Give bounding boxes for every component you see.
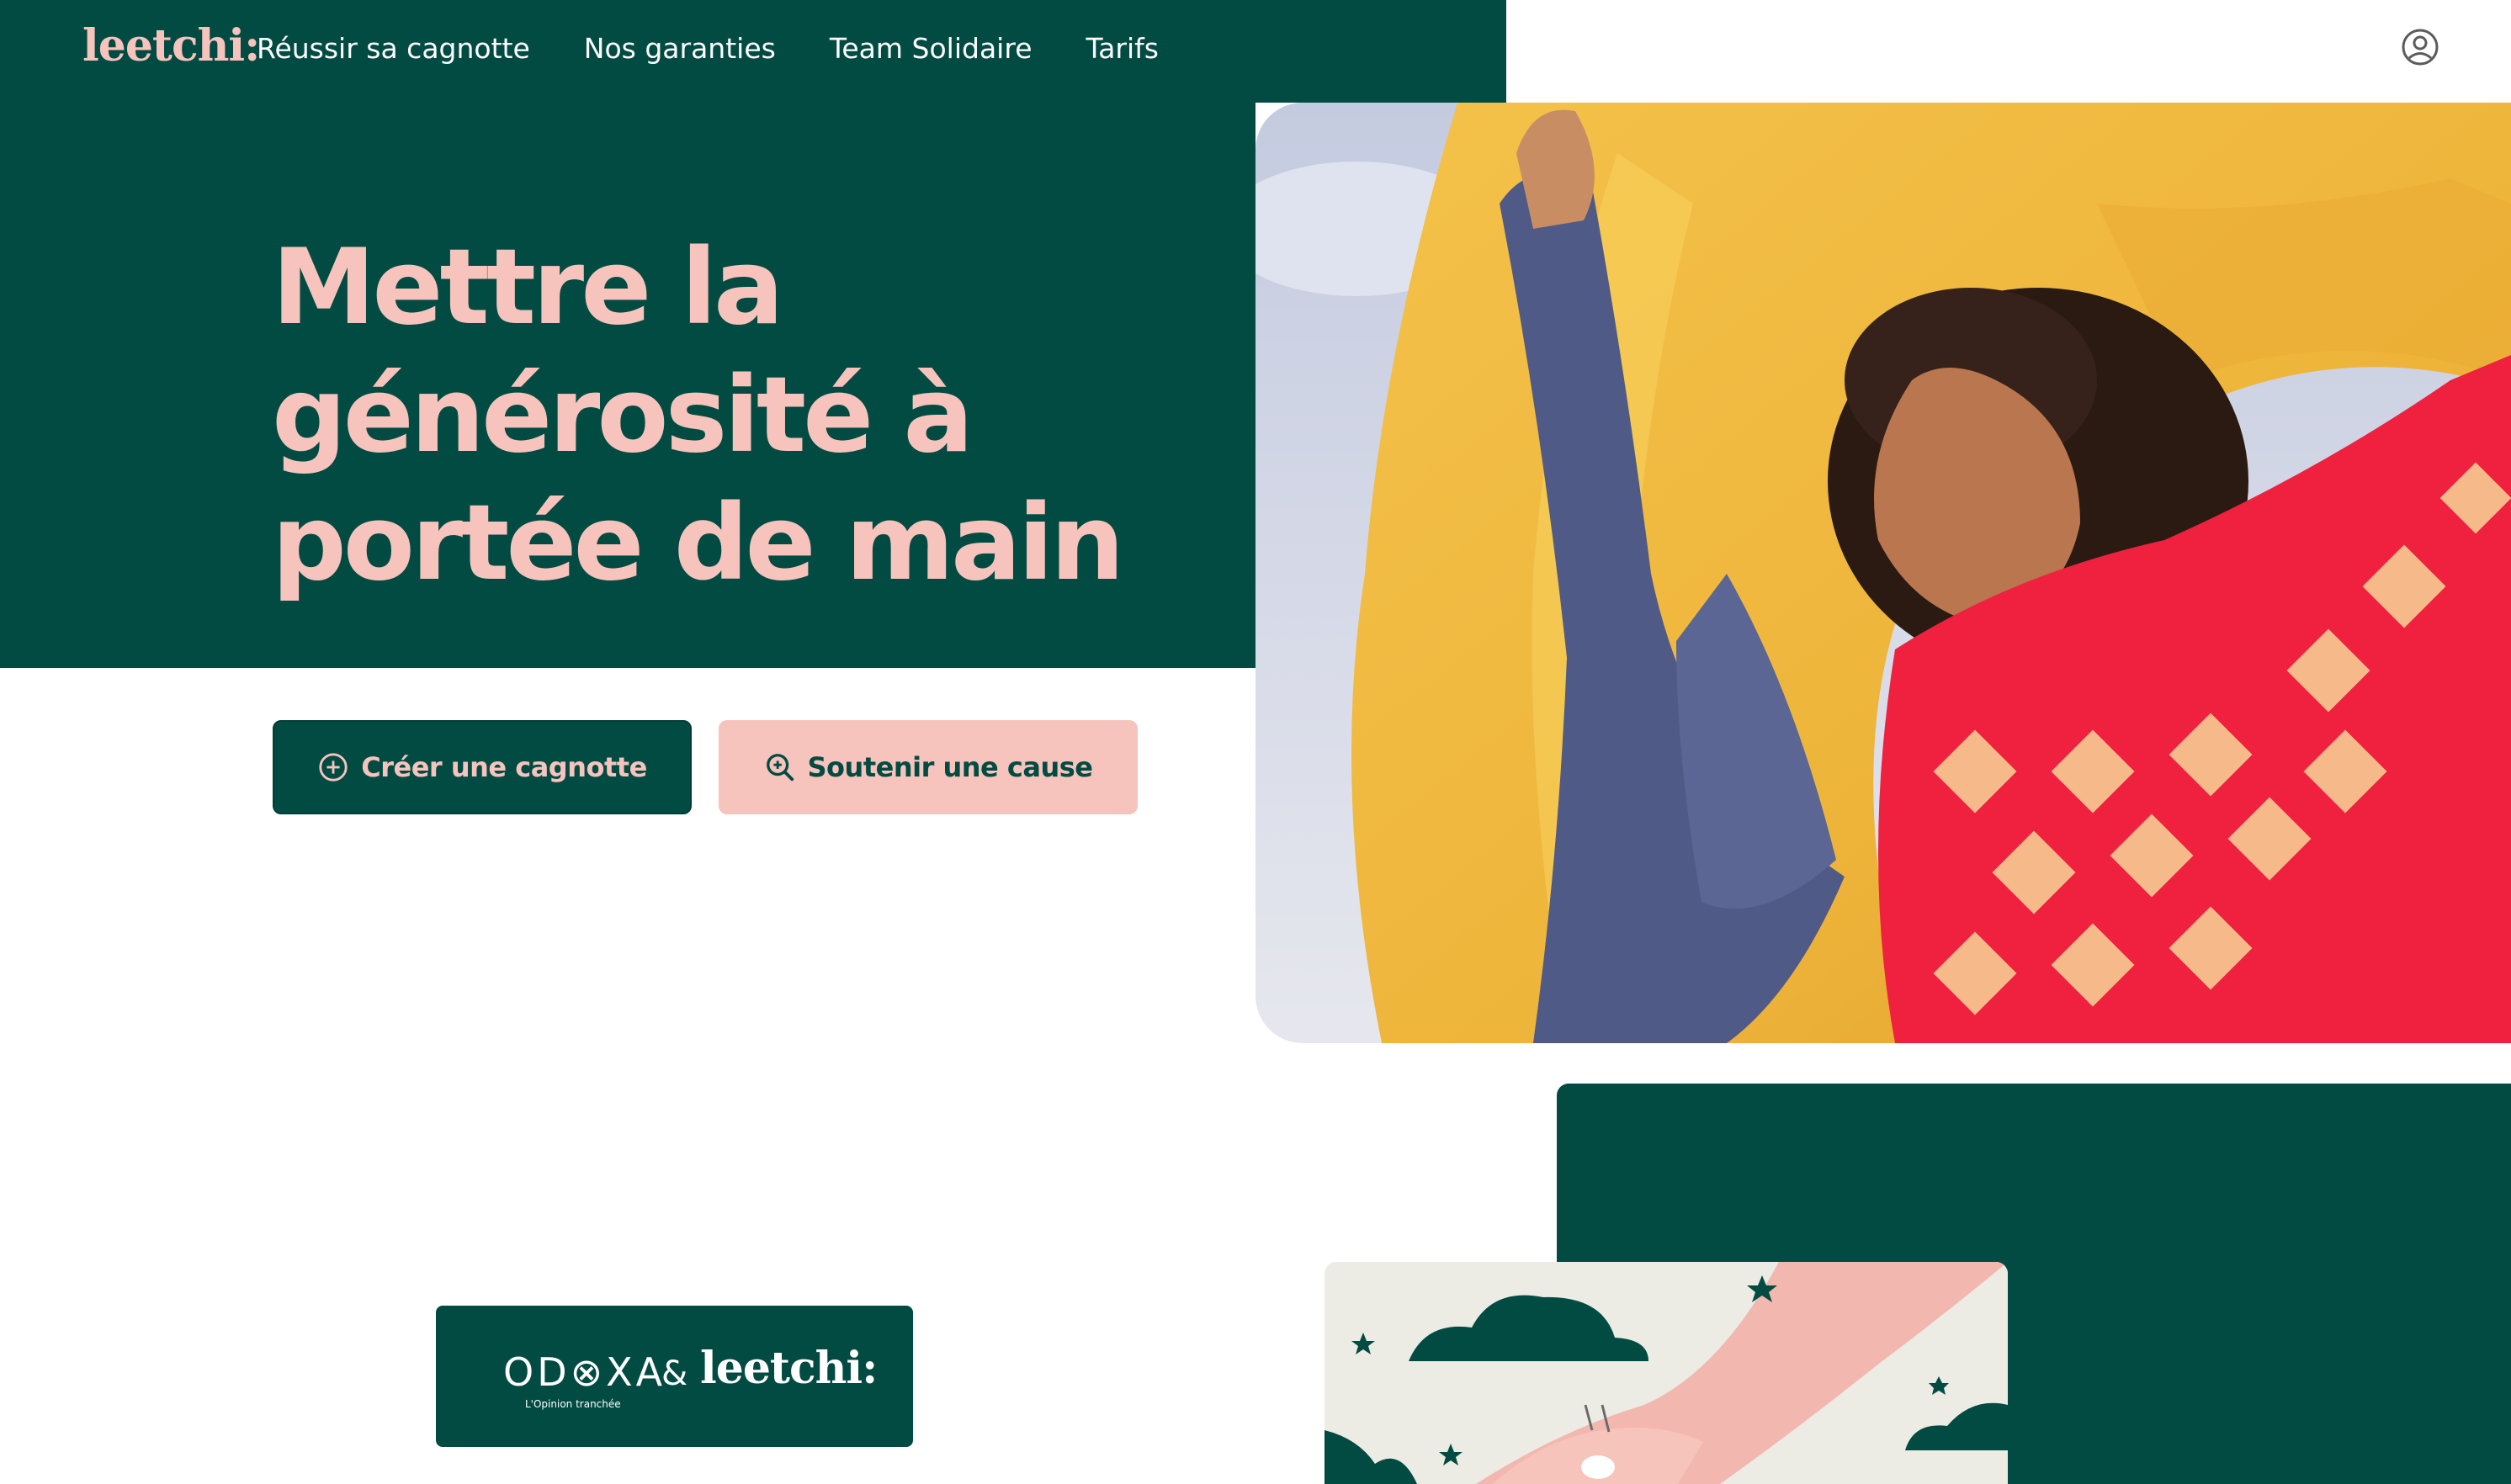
nav-item-team-solidaire[interactable]: Team Solidaire — [830, 32, 1033, 65]
search-zoom-icon — [766, 754, 794, 782]
user-circle-icon[interactable] — [2400, 27, 2440, 67]
support-cause-button[interactable]: Soutenir une cause — [719, 720, 1138, 814]
plus-circle-icon — [319, 753, 348, 782]
odoxa-partner-badge[interactable]: OD⊗XA & leetchi: L'Opinion tranchée — [436, 1306, 913, 1447]
odoxa-ampersand: & — [661, 1354, 688, 1393]
main-nav: Réussir sa cagnotte Nos garanties Team S… — [257, 32, 1159, 65]
hero-photo — [1256, 103, 2511, 1043]
odoxa-logo-text: OD⊗XA — [503, 1349, 666, 1395]
odoxa-tagline: L'Opinion tranchée — [525, 1398, 621, 1410]
leetchi-logo[interactable]: leetchi: — [82, 20, 260, 72]
nav-item-tarifs[interactable]: Tarifs — [1086, 32, 1159, 65]
nav-item-garanties[interactable]: Nos garanties — [584, 32, 776, 65]
nav-item-reussir[interactable]: Réussir sa cagnotte — [257, 32, 530, 65]
create-cagnotte-label: Créer une cagnotte — [361, 751, 647, 783]
hand-clouds-illustration — [1325, 1262, 2008, 1484]
support-cause-label: Soutenir une cause — [807, 751, 1093, 783]
illustration-card — [1325, 1262, 2008, 1484]
odoxa-leetchi-logo: leetchi: — [700, 1343, 878, 1394]
woman-yellow-fabric-image — [1256, 103, 2511, 1043]
create-cagnotte-button[interactable]: Créer une cagnotte — [273, 720, 692, 814]
hero-headline: Mettre la générosité à portée de main — [272, 227, 1124, 604]
